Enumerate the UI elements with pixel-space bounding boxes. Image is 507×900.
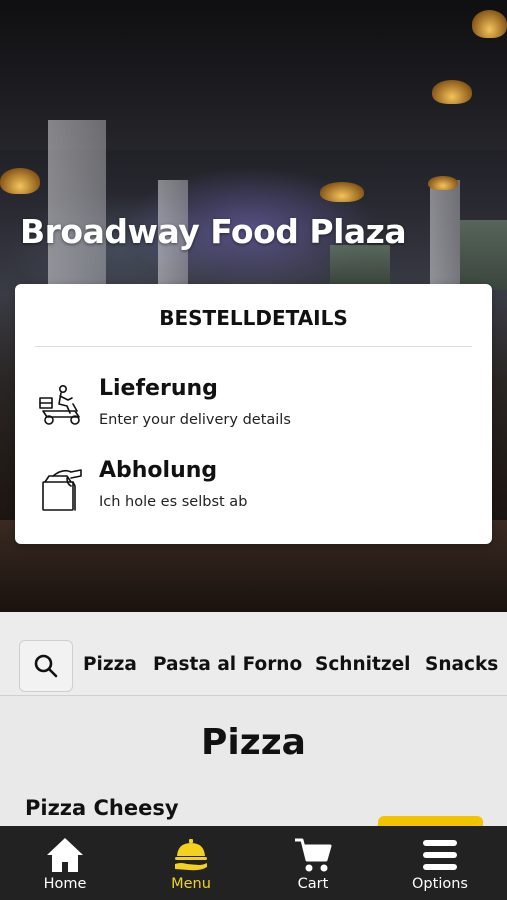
- nav-home-label: Home: [43, 876, 87, 892]
- nav-home[interactable]: Home: [2, 826, 128, 900]
- hero-pillar: [430, 180, 460, 290]
- search-button[interactable]: [19, 640, 73, 692]
- hero-lamp: [428, 176, 458, 190]
- nav-menu[interactable]: Menu: [128, 826, 254, 900]
- category-tab-pasta-al-forno[interactable]: Pasta al Forno: [153, 654, 302, 675]
- nav-options-label: Options: [412, 876, 468, 892]
- category-tab-snacks[interactable]: Snacks: [425, 654, 498, 675]
- pickup-subtitle: Ich hole es selbst ab: [99, 494, 248, 510]
- pickup-title: Abholung: [99, 458, 218, 483]
- product-name[interactable]: Pizza Cheesy: [25, 796, 179, 820]
- menu-cloche-icon: [175, 839, 207, 871]
- category-tab-schnitzel[interactable]: Schnitzel: [315, 654, 410, 675]
- hamburger-icon: [423, 840, 457, 870]
- category-tab-pizza[interactable]: Pizza: [83, 654, 137, 675]
- search-icon: [34, 654, 58, 678]
- hero-lamp: [432, 80, 472, 104]
- nav-cart[interactable]: Cart: [250, 826, 376, 900]
- hero-lamp: [320, 182, 364, 202]
- menu-section-title: Pizza: [201, 722, 306, 763]
- delivery-option[interactable]: Lieferung Enter your delivery details: [37, 376, 477, 440]
- pickup-option[interactable]: Abholung Ich hole es selbst ab: [37, 458, 477, 522]
- delivery-subtitle: Enter your delivery details: [99, 412, 291, 428]
- category-bar: Pizza Pasta al Forno Schnitzel Snacks: [0, 612, 507, 696]
- nav-options[interactable]: Options: [377, 826, 503, 900]
- nav-cart-label: Cart: [297, 876, 329, 892]
- cart-icon: [295, 838, 332, 872]
- hero-window: [330, 245, 390, 285]
- delivery-scooter-icon: [39, 384, 80, 425]
- hero-lamp: [0, 168, 40, 194]
- delivery-title: Lieferung: [99, 376, 218, 401]
- home-icon: [47, 838, 83, 872]
- nav-menu-label: Menu: [171, 876, 211, 892]
- takeaway-bag-icon: [42, 469, 82, 511]
- card-divider: [35, 346, 472, 347]
- order-details-title: BESTELLDETAILS: [159, 306, 348, 330]
- hero-lamp: [472, 10, 507, 38]
- restaurant-title: Broadway Food Plaza: [20, 212, 407, 251]
- bottom-nav: Home Menu Cart Options: [0, 826, 507, 900]
- order-details-card: BESTELLDETAILS Lieferung Enter your deli…: [15, 284, 492, 544]
- hero-pillar: [48, 120, 106, 290]
- hero-window: [460, 220, 507, 290]
